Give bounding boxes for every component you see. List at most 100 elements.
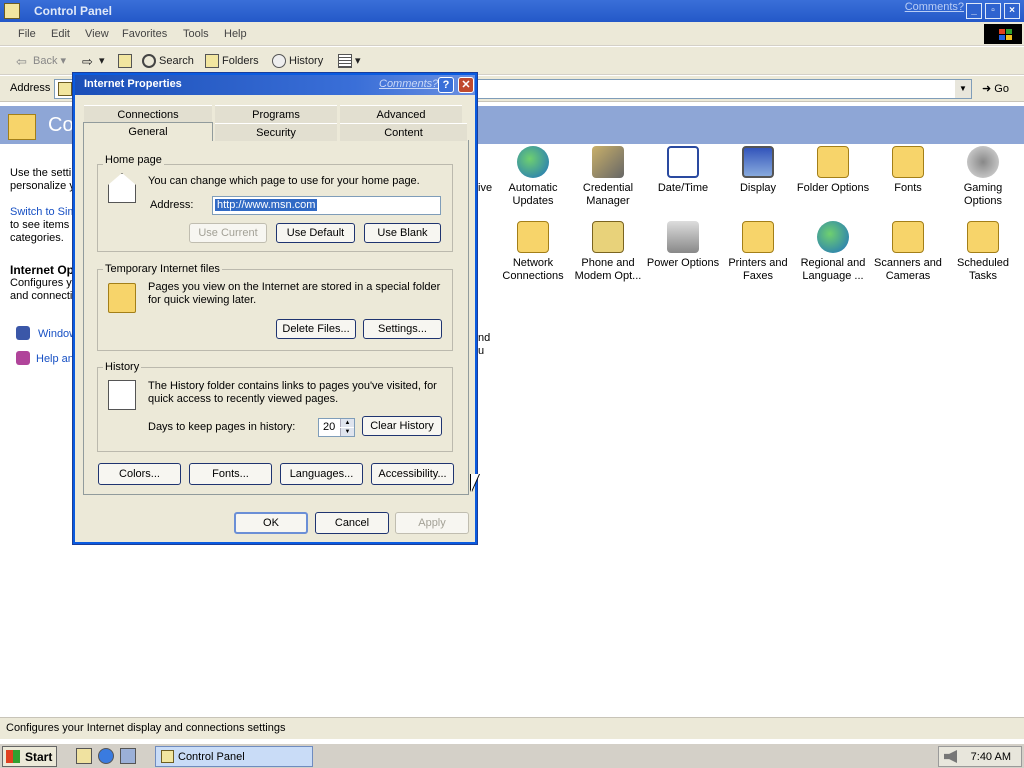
help-book-icon [16, 351, 30, 365]
cp-item-network-connections[interactable]: Network Connections [496, 221, 570, 283]
tab-content[interactable]: Content [340, 123, 467, 141]
cancel-button[interactable]: Cancel [315, 512, 389, 534]
go-button[interactable]: ➜ Go [982, 82, 1009, 95]
forward-button[interactable]: ⇨ ▾ [82, 54, 105, 70]
tab-general[interactable]: General [83, 122, 213, 141]
address-dropdown-button[interactable]: ▼ [955, 80, 971, 98]
home-address-input[interactable]: http://www.msn.com [212, 196, 441, 215]
tab-advanced[interactable]: Advanced [340, 105, 462, 123]
automatic-updates-icon [517, 146, 549, 178]
status-bar: Configures your Internet display and con… [0, 717, 1024, 739]
explorer-titlebar[interactable]: Control Panel Comments? _ ▫ × [0, 0, 1024, 22]
sidebar-link-windows[interactable]: Window [38, 328, 77, 341]
minimize-button[interactable]: _ [966, 3, 982, 19]
views-button[interactable]: ▾ [338, 54, 361, 69]
cp-item-date-time[interactable]: Date/Time [646, 146, 720, 195]
help-button[interactable]: ? [438, 77, 454, 93]
folders-icon [205, 54, 219, 68]
close-button[interactable]: × [1004, 3, 1020, 19]
menu-view[interactable]: View [85, 28, 109, 40]
back-button[interactable]: ⇦ Back ▾ [16, 54, 66, 69]
home-address-label: Address: [150, 199, 194, 211]
gaming-options-icon [967, 146, 999, 178]
cp-item-folder-options[interactable]: Folder Options [796, 146, 870, 195]
show-desktop-icon[interactable] [76, 748, 92, 764]
cp-item-scanners-cameras[interactable]: Scanners and Cameras [871, 221, 945, 283]
search-icon [142, 54, 156, 68]
credential-manager-icon [592, 146, 624, 178]
switch-view-link[interactable]: Switch to Sim [10, 206, 77, 219]
menu-edit[interactable]: Edit [51, 28, 70, 40]
volume-icon[interactable] [944, 750, 957, 763]
history-group-title: History [103, 361, 142, 373]
use-default-button[interactable]: Use Default [276, 223, 355, 243]
sidebar-link-help[interactable]: Help an [36, 353, 74, 366]
clock[interactable]: 7:40 AM [971, 751, 1011, 763]
control-panel-folder-icon [8, 114, 36, 140]
sidebar-switch: Switch to Sim to see items categories. [10, 206, 77, 244]
taskbar-control-panel[interactable]: Control Panel [155, 746, 313, 767]
scheduled-tasks-icon [967, 221, 999, 253]
internet-explorer-icon[interactable] [98, 748, 114, 764]
power-options-icon [667, 221, 699, 253]
cp-item-automatic-updates[interactable]: Automatic Updates [496, 146, 570, 208]
languages-button[interactable]: Languages... [280, 463, 363, 485]
cp-item-phone-modem[interactable]: Phone and Modem Opt... [571, 221, 645, 283]
ok-button[interactable]: OK [234, 512, 308, 534]
dialog-titlebar[interactable]: Internet Properties Comments? ? ✕ [75, 75, 475, 95]
date-time-icon [667, 146, 699, 178]
apply-button[interactable]: Apply [395, 512, 469, 534]
menu-help[interactable]: Help [224, 28, 247, 40]
cp-item-regional-language[interactable]: Regional and Language ... [796, 221, 870, 283]
menu-file[interactable]: File [18, 28, 36, 40]
mouse-cursor-icon [471, 474, 479, 492]
comments-link[interactable]: Comments? [905, 1, 964, 13]
settings-button[interactable]: Settings... [363, 319, 442, 339]
cp-item-gaming-options[interactable]: Gaming Options [946, 146, 1020, 208]
folder-options-icon [817, 146, 849, 178]
home-page-text: You can change which page to use for you… [148, 175, 420, 187]
up-folder-button[interactable] [118, 54, 135, 68]
tab-programs[interactable]: Programs [215, 105, 337, 123]
cp-item-scheduled-tasks[interactable]: Scheduled Tasks [946, 221, 1020, 283]
status-text: Configures your Internet display and con… [6, 722, 286, 734]
history-days-stepper[interactable]: 20 ▲ ▼ [318, 418, 355, 437]
cp-item-power-options[interactable]: Power Options [646, 221, 720, 270]
restore-button[interactable]: ▫ [985, 3, 1001, 19]
forward-arrow-icon: ⇨ [82, 54, 93, 70]
windows-logo-icon [984, 24, 1022, 44]
dialog-close-button[interactable]: ✕ [458, 77, 474, 93]
cp-item-printers-faxes[interactable]: Printers and Faxes [721, 221, 795, 283]
menu-favorites[interactable]: Favorites [122, 28, 167, 40]
network-icon[interactable] [120, 748, 136, 764]
temp-files-text: Pages you view on the Internet are store… [148, 281, 441, 306]
home-page-group-title: Home page [103, 154, 164, 166]
use-current-button[interactable]: Use Current [189, 223, 267, 243]
use-blank-button[interactable]: Use Blank [364, 223, 441, 243]
system-tray: 7:40 AM [938, 746, 1022, 767]
fonts-button[interactable]: Fonts... [189, 463, 272, 485]
start-button[interactable]: Start [2, 746, 57, 767]
history-days-label: Days to keep pages in history: [148, 421, 296, 433]
colors-button[interactable]: Colors... [98, 463, 181, 485]
delete-files-button[interactable]: Delete Files... [276, 319, 356, 339]
tab-security[interactable]: Security [215, 123, 337, 141]
menu-tools[interactable]: Tools [183, 28, 209, 40]
up-folder-icon [118, 54, 132, 68]
spin-down-icon[interactable]: ▼ [340, 428, 354, 436]
tab-connections[interactable]: Connections [84, 105, 212, 123]
home-address-value: http://www.msn.com [215, 199, 318, 211]
taskbar: Start Control Panel 7:40 AM [0, 743, 1024, 768]
search-button[interactable]: Search [142, 54, 194, 68]
cp-item-credential-manager[interactable]: Credential Manager [571, 146, 645, 208]
clear-history-button[interactable]: Clear History [362, 416, 442, 436]
cp-item-display[interactable]: Display [721, 146, 795, 195]
menubar: File Edit View Favorites Tools Help [0, 22, 1024, 46]
accessibility-button[interactable]: Accessibility... [371, 463, 454, 485]
spin-up-icon[interactable]: ▲ [340, 419, 354, 427]
history-button[interactable]: History [272, 54, 323, 68]
windows-update-icon [16, 326, 30, 340]
folders-button[interactable]: Folders [205, 54, 259, 68]
cp-item-fonts[interactable]: Fonts [871, 146, 945, 195]
dialog-comments-link[interactable]: Comments? [379, 78, 438, 90]
